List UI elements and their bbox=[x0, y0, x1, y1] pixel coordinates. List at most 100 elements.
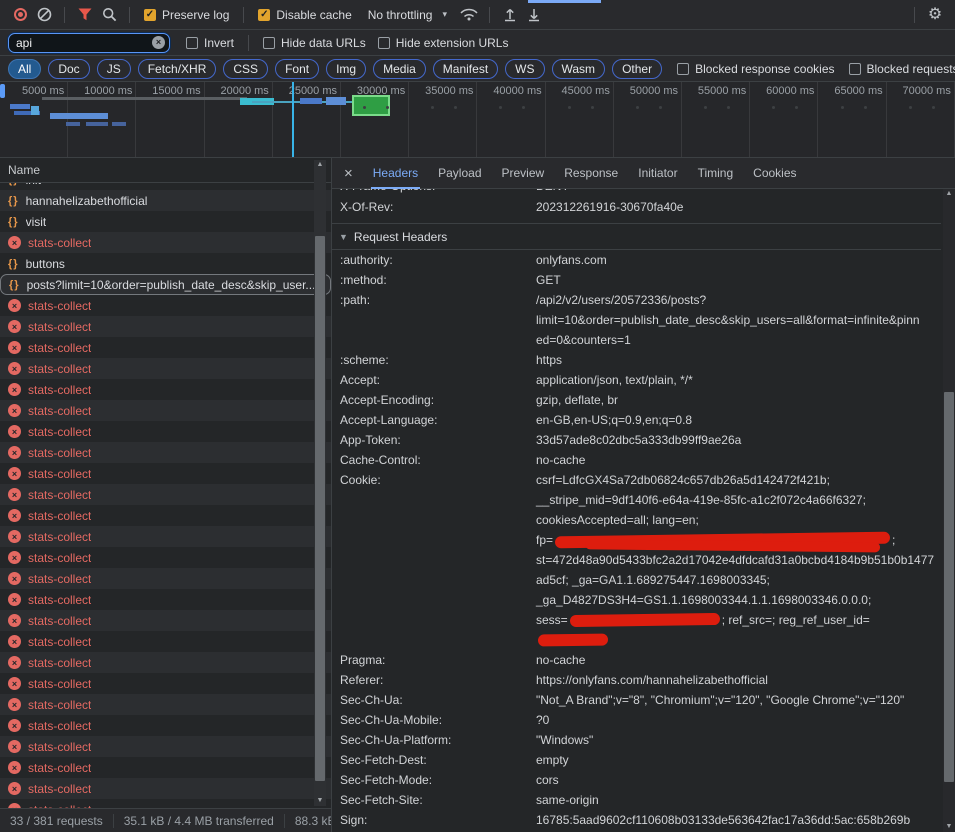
request-row[interactable]: ×stats-collect bbox=[0, 652, 331, 673]
request-row[interactable]: ×stats-collect bbox=[0, 568, 331, 589]
tab-payload[interactable]: Payload bbox=[428, 158, 491, 189]
scrollbar-thumb[interactable] bbox=[315, 236, 325, 781]
request-row[interactable]: ×stats-collect bbox=[0, 799, 331, 808]
disable-cache-checkbox[interactable]: Disable cache bbox=[258, 8, 351, 22]
request-list-scrollbar[interactable]: ▲ ▼ bbox=[314, 160, 326, 806]
request-row[interactable]: ×stats-collect bbox=[0, 400, 331, 421]
export-har-button[interactable] bbox=[522, 3, 546, 27]
request-row[interactable]: ×stats-collect bbox=[0, 463, 331, 484]
request-row[interactable]: ×stats-collect bbox=[0, 484, 331, 505]
error-icon: × bbox=[8, 320, 21, 333]
request-row[interactable]: ×stats-collect bbox=[0, 295, 331, 316]
filter-checkbox-blocked-requests[interactable]: Blocked requests bbox=[849, 62, 955, 76]
network-conditions-button[interactable] bbox=[457, 3, 481, 27]
preserve-log-checkbox[interactable]: Preserve log bbox=[144, 8, 229, 22]
request-row[interactable]: ×stats-collect bbox=[0, 631, 331, 652]
filter-input[interactable] bbox=[8, 33, 170, 53]
timeline-tick-label: 20000 ms bbox=[221, 85, 269, 97]
request-row[interactable]: {}init bbox=[0, 183, 331, 190]
header-value-text: no-cache bbox=[536, 453, 585, 467]
request-name: stats-collect bbox=[28, 698, 91, 712]
settings-button[interactable]: ⚙ bbox=[923, 3, 947, 27]
scroll-down-icon[interactable]: ▼ bbox=[943, 822, 955, 832]
request-headers-section-header[interactable]: ▼Request Headers bbox=[332, 224, 941, 250]
filter-pill-css[interactable]: CSS bbox=[223, 59, 268, 79]
disable-cache-label: Disable cache bbox=[276, 8, 351, 22]
timeline-selection-handle[interactable] bbox=[0, 84, 5, 98]
header-value: DENY bbox=[536, 189, 941, 196]
header-value-text: "Windows" bbox=[536, 733, 593, 747]
tab-cookies[interactable]: Cookies bbox=[743, 158, 806, 189]
header-name: Sec-Ch-Ua-Mobile: bbox=[340, 710, 536, 730]
details-scrollbar[interactable]: ▲ ▼ bbox=[943, 189, 955, 832]
filter-pill-wasm[interactable]: Wasm bbox=[552, 59, 606, 79]
filter-pill-fetch-xhr[interactable]: Fetch/XHR bbox=[138, 59, 217, 79]
clear-input-icon[interactable]: × bbox=[152, 36, 165, 49]
scroll-up-icon[interactable]: ▲ bbox=[943, 189, 955, 199]
request-row[interactable]: ×stats-collect bbox=[0, 526, 331, 547]
filter-pill-media[interactable]: Media bbox=[373, 59, 426, 79]
filter-checkbox-blocked-response-cookies[interactable]: Blocked response cookies bbox=[677, 62, 834, 76]
search-button[interactable] bbox=[97, 3, 121, 27]
record-button[interactable] bbox=[8, 3, 32, 27]
tab-initiator[interactable]: Initiator bbox=[628, 158, 687, 189]
tab-response[interactable]: Response bbox=[554, 158, 628, 189]
request-row[interactable]: ×stats-collect bbox=[0, 442, 331, 463]
invert-checkbox[interactable]: Invert bbox=[186, 36, 234, 50]
request-row[interactable]: ×stats-collect bbox=[0, 673, 331, 694]
scroll-up-icon[interactable]: ▲ bbox=[314, 160, 326, 170]
hide-data-urls-checkbox[interactable]: Hide data URLs bbox=[263, 36, 366, 50]
filter-pill-js[interactable]: JS bbox=[97, 59, 131, 79]
filter-pill-manifest[interactable]: Manifest bbox=[433, 59, 498, 79]
request-row[interactable]: {}visit bbox=[0, 211, 331, 232]
request-row[interactable]: ×stats-collect bbox=[0, 316, 331, 337]
request-row[interactable]: ×stats-collect bbox=[0, 610, 331, 631]
request-name: stats-collect bbox=[28, 362, 91, 376]
filter-pill-font[interactable]: Font bbox=[275, 59, 319, 79]
request-row[interactable]: ×stats-collect bbox=[0, 547, 331, 568]
request-row[interactable]: {}hannahelizabethofficial bbox=[0, 190, 331, 211]
request-row[interactable]: {}posts?limit=10&order=publish_date_desc… bbox=[0, 274, 331, 295]
request-row[interactable]: ×stats-collect bbox=[0, 778, 331, 799]
header-name: Cache-Control: bbox=[340, 450, 536, 470]
import-har-button[interactable] bbox=[498, 3, 522, 27]
name-column-header[interactable]: Name bbox=[0, 158, 331, 183]
header-value: onlyfans.com bbox=[536, 250, 941, 270]
clear-button[interactable] bbox=[32, 3, 56, 27]
request-row[interactable]: ×stats-collect bbox=[0, 589, 331, 610]
tab-headers[interactable]: Headers bbox=[363, 158, 428, 189]
filter-pill-all[interactable]: All bbox=[8, 59, 41, 79]
request-row[interactable]: ×stats-collect bbox=[0, 379, 331, 400]
scrollbar-thumb[interactable] bbox=[944, 392, 954, 782]
request-row[interactable]: ×stats-collect bbox=[0, 505, 331, 526]
filter-button[interactable] bbox=[73, 3, 97, 27]
timeline-overview[interactable]: 5000 ms10000 ms15000 ms20000 ms25000 ms3… bbox=[0, 82, 955, 158]
throttling-dropdown[interactable]: No throttling ▾ bbox=[368, 8, 447, 22]
timeline-tick-label: 50000 ms bbox=[630, 85, 678, 97]
header-value-line: ?0 bbox=[536, 710, 941, 730]
request-row[interactable]: ×stats-collect bbox=[0, 694, 331, 715]
header-value-text: no-cache bbox=[536, 653, 585, 667]
scroll-down-icon[interactable]: ▼ bbox=[314, 796, 326, 806]
request-row[interactable]: {}buttons bbox=[0, 253, 331, 274]
filter-pill-doc[interactable]: Doc bbox=[48, 59, 89, 79]
filter-pill-img[interactable]: Img bbox=[326, 59, 366, 79]
filter-pill-ws[interactable]: WS bbox=[505, 59, 544, 79]
request-row[interactable]: ×stats-collect bbox=[0, 715, 331, 736]
headers-detail-body: X-Frame-Options:DENYX-Of-Rev:20231226191… bbox=[332, 189, 955, 832]
request-row[interactable]: ×stats-collect bbox=[0, 232, 331, 253]
request-row[interactable]: ×stats-collect bbox=[0, 757, 331, 778]
filter-pill-other[interactable]: Other bbox=[612, 59, 662, 79]
hide-extension-urls-checkbox[interactable]: Hide extension URLs bbox=[378, 36, 509, 50]
request-row[interactable]: ×stats-collect bbox=[0, 337, 331, 358]
close-icon[interactable]: × bbox=[336, 165, 363, 182]
request-name: stats-collect bbox=[28, 425, 91, 439]
tab-preview[interactable]: Preview bbox=[492, 158, 555, 189]
request-row[interactable]: ×stats-collect bbox=[0, 358, 331, 379]
tab-timing[interactable]: Timing bbox=[688, 158, 744, 189]
header-value-text: https://onlyfans.com/hannahelizabethoffi… bbox=[536, 673, 768, 687]
request-row[interactable]: ×stats-collect bbox=[0, 421, 331, 442]
header-value-line: fp=; bbox=[536, 530, 941, 550]
request-row[interactable]: ×stats-collect bbox=[0, 736, 331, 757]
request-name: visit bbox=[26, 215, 47, 229]
